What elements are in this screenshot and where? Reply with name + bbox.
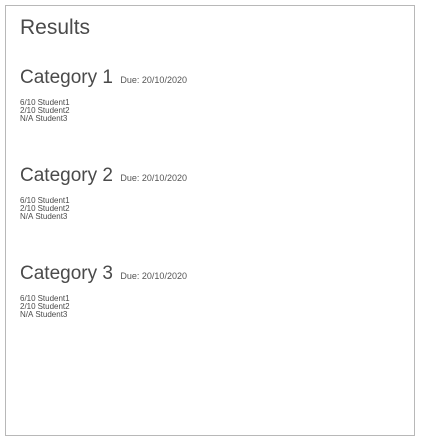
category-title: Category 3 bbox=[20, 263, 113, 284]
score: N/A bbox=[20, 310, 34, 319]
result-row: 6/10 Student1 bbox=[20, 295, 400, 303]
category-header: Category 2 Due: 20/10/2020 bbox=[20, 165, 400, 189]
category-title: Category 1 bbox=[20, 67, 113, 88]
category-header: Category 3 Due: 20/10/2020 bbox=[20, 263, 400, 287]
result-row: 2/10 Student2 bbox=[20, 205, 400, 213]
student-name: Student3 bbox=[35, 310, 68, 319]
result-row: 6/10 Student1 bbox=[20, 99, 400, 107]
results-panel: Results Category 1 Due: 20/10/2020 6/10 S… bbox=[5, 5, 415, 436]
category-section: Category 1 Due: 20/10/2020 6/10 Student1 … bbox=[20, 67, 400, 123]
result-row: 2/10 Student2 bbox=[20, 107, 400, 115]
due-date: Due: 20/10/2020 bbox=[120, 75, 187, 85]
result-row: N/A Student3 bbox=[20, 213, 400, 221]
result-row: 6/10 Student1 bbox=[20, 197, 400, 205]
page-title: Results bbox=[20, 16, 91, 39]
category-section: Category 2 Due: 20/10/2020 6/10 Student1 … bbox=[20, 165, 400, 221]
student-name: Student3 bbox=[35, 212, 68, 221]
result-row: N/A Student3 bbox=[20, 311, 400, 319]
student-name: Student3 bbox=[35, 114, 68, 123]
result-row: N/A Student3 bbox=[20, 115, 400, 123]
result-row: 2/10 Student2 bbox=[20, 303, 400, 311]
category-title: Category 2 bbox=[20, 165, 113, 186]
result-list: 6/10 Student1 2/10 Student2 N/A Student3 bbox=[20, 295, 400, 319]
due-date: Due: 20/10/2020 bbox=[120, 271, 187, 281]
score: N/A bbox=[20, 212, 34, 221]
category-section: Category 3 Due: 20/10/2020 6/10 Student1 … bbox=[20, 263, 400, 319]
result-list: 6/10 Student1 2/10 Student2 N/A Student3 bbox=[20, 197, 400, 221]
category-header: Category 1 Due: 20/10/2020 bbox=[20, 67, 400, 91]
result-list: 6/10 Student1 2/10 Student2 N/A Student3 bbox=[20, 99, 400, 123]
score: N/A bbox=[20, 114, 34, 123]
due-date: Due: 20/10/2020 bbox=[120, 173, 187, 183]
